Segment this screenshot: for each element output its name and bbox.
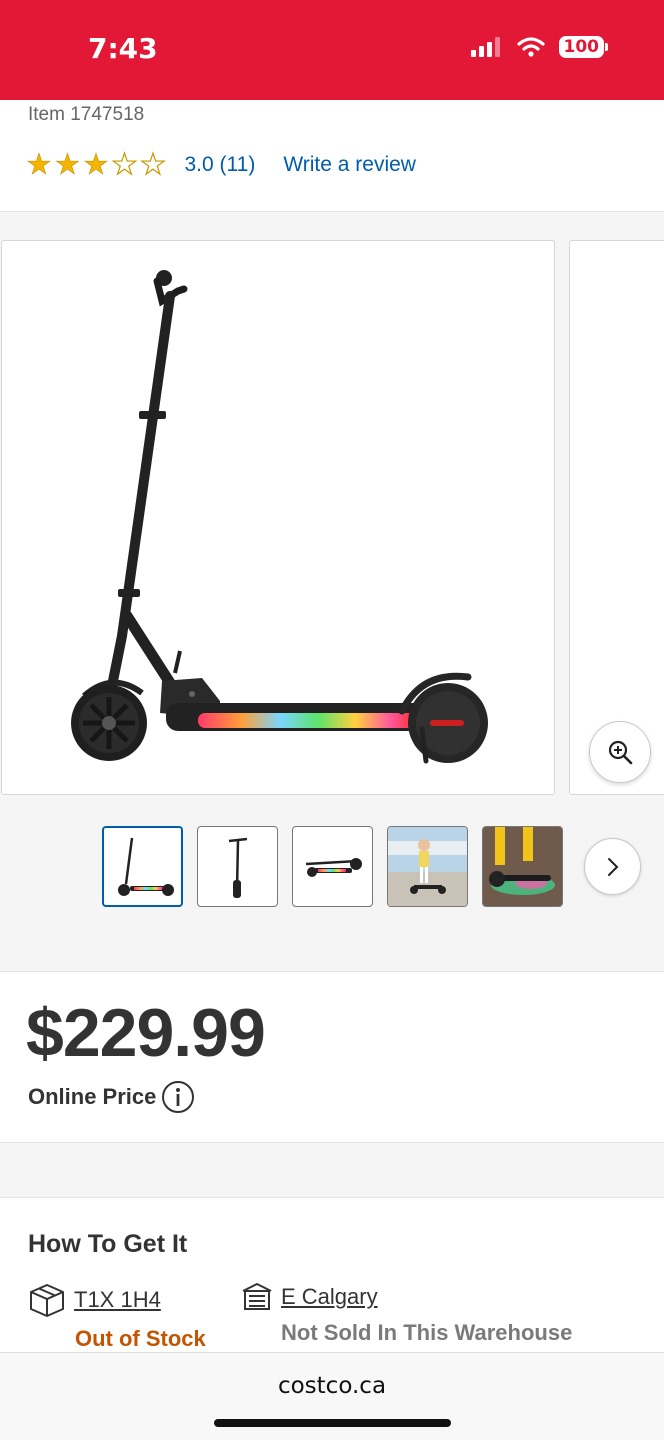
signal-icon [470,37,500,57]
shipping-stock-status: Out of Stock [75,1326,206,1351]
star-rating[interactable]: ★ ★ ★ ★ ★ [26,149,169,181]
chevron-right-icon [607,857,618,876]
star-icon: ★ [83,149,109,181]
zoom-in-icon [608,740,633,765]
star-icon: ★ [26,149,52,181]
warehouse-link[interactable]: E Calgary [281,1284,378,1310]
battery-icon: 100 [558,36,608,58]
price-card: $229.99 Online Price [0,971,664,1143]
rating-count-link[interactable]: 3.0 (11) [185,153,256,177]
home-indicator[interactable] [214,1419,451,1427]
thumbnail-4[interactable] [387,826,468,907]
thumbnail-image [305,857,362,877]
thumbnail-image [388,827,467,906]
thumbnail-image [117,837,174,896]
info-icon[interactable] [161,1080,195,1114]
item-number: Item 1747518 [28,104,145,125]
star-icon: ★ [54,149,81,181]
status-bar: 7:43 100 [0,0,664,100]
how-to-get-it-card: How To Get It T1X 1H4 Out of Stock E Cal… [0,1197,664,1357]
warehouse-option: E Calgary Not Sold In This Warehouse [241,1282,572,1346]
warehouse-stock-status: Not Sold In This Warehouse [281,1320,573,1345]
wifi-icon [516,37,545,57]
browser-bar: costco.ca [0,1352,664,1440]
thumbnail-image [483,827,562,906]
thumbnail-image [228,837,247,898]
postal-code-link[interactable]: T1X 1H4 [74,1287,161,1313]
shipping-option: T1X 1H4 Out of Stock [28,1282,206,1352]
battery-level: 100 [558,36,604,58]
url-bar[interactable]: costco.ca [0,1373,664,1399]
thumbnail-3[interactable] [292,826,373,907]
box-icon [30,1284,64,1317]
write-review-link[interactable]: Write a review [283,153,416,177]
price-label: Online Price [28,1084,157,1109]
product-price: $229.99 [26,995,266,1071]
store-icon [242,1283,272,1310]
rating-row: ★ ★ ★ ★ ★ 3.0 (11) Write a review [26,149,416,181]
image-gallery [0,213,664,970]
thumbnail-strip [102,826,563,907]
product-header: Item 1747518 ★ ★ ★ ★ ★ 3.0 (11) Write a … [0,100,664,212]
status-icons: 100 [470,36,608,58]
main-product-image[interactable] [1,240,555,795]
scooter-image [71,270,488,764]
next-image-peek[interactable] [569,240,664,795]
thumbnail-2[interactable] [197,826,278,907]
thumbnail-next-button[interactable] [584,838,641,895]
zoom-button[interactable] [589,721,651,783]
star-icon: ★ [139,149,166,181]
how-to-get-it-title: How To Get It [28,1230,188,1258]
thumbnail-1[interactable] [102,826,183,907]
status-time: 7:43 [88,32,158,65]
thumbnail-5[interactable] [482,826,563,907]
price-label-row: Online Price [28,1080,195,1114]
star-icon: ★ [111,149,138,181]
